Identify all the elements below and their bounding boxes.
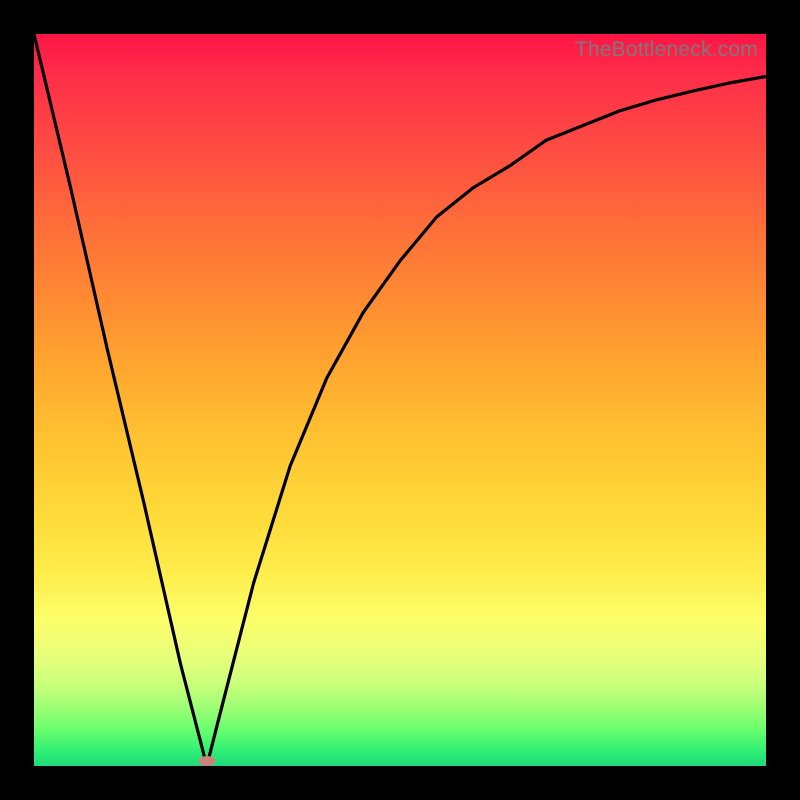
minimum-marker: [198, 756, 215, 766]
plot-area: TheBottleneck.com: [34, 34, 766, 766]
chart-frame: TheBottleneck.com: [0, 0, 800, 800]
curve-path: [34, 34, 766, 766]
bottleneck-curve: [34, 34, 766, 766]
